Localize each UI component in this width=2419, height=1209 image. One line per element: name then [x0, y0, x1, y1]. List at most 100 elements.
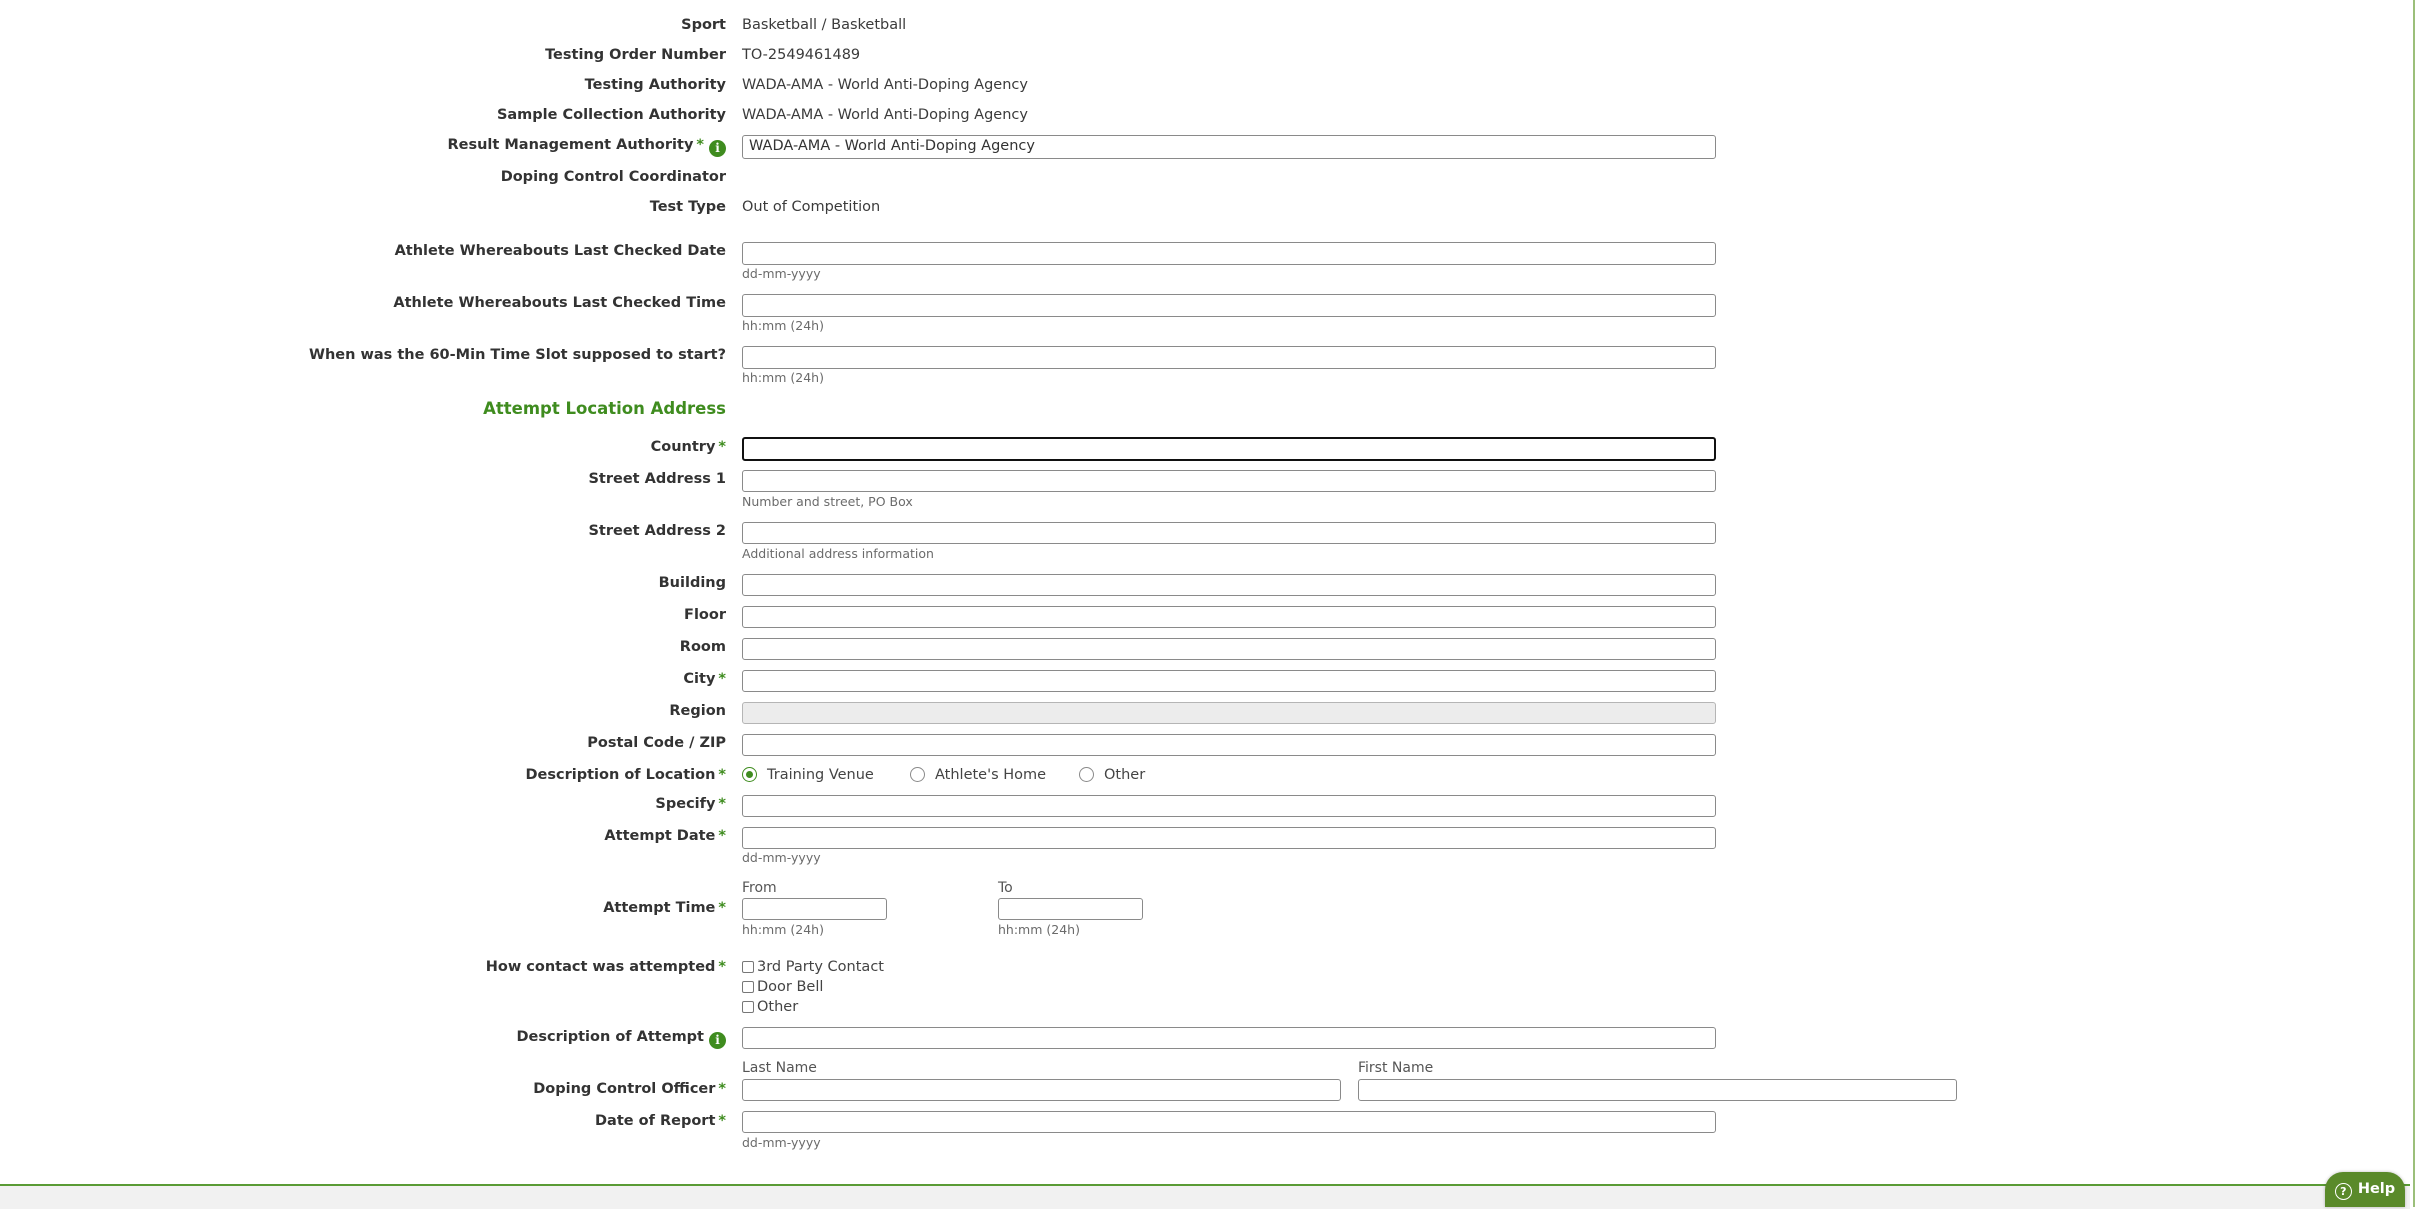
- checkbox-other[interactable]: [742, 1001, 754, 1013]
- test-type-label: Test Type: [649, 199, 726, 215]
- info-icon[interactable]: i: [709, 140, 726, 157]
- attempt-date-label-text: Attempt Date: [604, 828, 716, 844]
- info-icon[interactable]: i: [709, 1032, 726, 1049]
- country-select[interactable]: [742, 437, 1716, 461]
- country-label-text: Country: [650, 439, 716, 455]
- slot-start-hint: hh:mm (24h): [742, 370, 824, 385]
- radio-athletes-home-label: Athlete's Home: [935, 767, 1047, 783]
- checkbox-other-label: Other: [757, 999, 799, 1015]
- attempt-time-from-label: From: [742, 880, 777, 896]
- region-select: [742, 702, 1716, 724]
- attempt-time-label-text: Attempt Time: [603, 900, 716, 916]
- city-label-text: City: [683, 671, 716, 687]
- required-mark: *: [718, 796, 726, 812]
- cut-off-label: [0, 0, 726, 6]
- dco-last-name-input[interactable]: [742, 1079, 1341, 1101]
- street1-input[interactable]: [742, 470, 1716, 492]
- attempt-time-label: Attempt Time *: [0, 898, 726, 918]
- checkbox-door-bell[interactable]: [742, 981, 754, 993]
- specify-input[interactable]: [742, 795, 1716, 817]
- street1-hint: Number and street, PO Box: [742, 494, 913, 509]
- location-description-label: Description of Location *: [0, 765, 726, 785]
- sample-collection-value: WADA-AMA - World Anti-Doping Agency: [742, 107, 1028, 123]
- attempt-date-hint: dd-mm-yyyy: [742, 850, 821, 865]
- attempt-date-label: Attempt Date *: [0, 826, 726, 846]
- checkbox-third-party[interactable]: [742, 961, 754, 973]
- help-label: Help: [2357, 1181, 2396, 1197]
- attempt-date-input[interactable]: [742, 827, 1716, 849]
- required-mark: *: [718, 1113, 726, 1129]
- country-label: Country *: [0, 437, 726, 457]
- contact-method-label-text: How contact was attempted: [485, 959, 716, 975]
- whereabouts-date-label: Athlete Whereabouts Last Checked Date: [394, 243, 726, 259]
- attempt-description-input[interactable]: [742, 1027, 1716, 1049]
- help-button[interactable]: ? Help: [2325, 1172, 2405, 1207]
- dco-first-name-input[interactable]: [1358, 1079, 1957, 1101]
- radio-training-venue-label: Training Venue: [767, 767, 874, 783]
- form-page: Sport Basketball / Basketball Testing Or…: [0, 0, 2410, 1209]
- building-input[interactable]: [742, 574, 1716, 596]
- required-mark: *: [718, 1081, 726, 1097]
- floor-label: Floor: [684, 607, 726, 623]
- sample-collection-label: Sample Collection Authority: [496, 107, 726, 123]
- dco-label-text: Doping Control Officer: [533, 1081, 716, 1097]
- attempt-time-to-label: To: [998, 880, 1013, 896]
- street2-label: Street Address 2: [588, 523, 726, 539]
- dco-label: Doping Control Officer *: [0, 1079, 726, 1099]
- footer-bar: [0, 1184, 2410, 1209]
- vertical-scrollbar[interactable]: [2410, 0, 2419, 1207]
- specify-label: Specify *: [0, 794, 726, 814]
- doping-control-coordinator-label: Doping Control Coordinator: [500, 169, 726, 185]
- report-date-hint: dd-mm-yyyy: [742, 1135, 821, 1150]
- required-mark: *: [718, 900, 726, 916]
- floor-input[interactable]: [742, 606, 1716, 628]
- room-input[interactable]: [742, 638, 1716, 660]
- attempt-description-label: Description of Attempt i: [0, 1027, 726, 1049]
- location-description-label-text: Description of Location: [525, 767, 716, 783]
- street2-input[interactable]: [742, 522, 1716, 544]
- postal-input[interactable]: [742, 734, 1716, 756]
- region-label: Region: [669, 703, 726, 719]
- city-label: City *: [0, 669, 726, 689]
- street1-label: Street Address 1: [588, 471, 726, 487]
- attempt-description-label-text: Description of Attempt: [516, 1029, 705, 1045]
- result-management-label-text: Result Management Authority: [447, 137, 694, 153]
- dco-first-name-label: First Name: [1358, 1060, 1434, 1076]
- required-mark: *: [718, 767, 726, 783]
- postal-label: Postal Code / ZIP: [587, 735, 726, 751]
- building-label: Building: [658, 575, 726, 591]
- required-mark: *: [718, 959, 726, 975]
- whereabouts-time-input[interactable]: [742, 294, 1716, 317]
- whereabouts-date-input[interactable]: [742, 242, 1716, 265]
- whereabouts-date-hint: dd-mm-yyyy: [742, 266, 821, 281]
- scrollbar-track: [2413, 0, 2415, 1207]
- testing-authority-value: WADA-AMA - World Anti-Doping Agency: [742, 77, 1028, 93]
- whereabouts-time-hint: hh:mm (24h): [742, 318, 824, 333]
- radio-athletes-home[interactable]: [910, 767, 925, 782]
- attempt-time-from-input[interactable]: [742, 898, 887, 920]
- required-mark: *: [718, 828, 726, 844]
- testing-authority-label: Testing Authority: [584, 77, 726, 93]
- radio-training-venue[interactable]: [742, 767, 757, 782]
- required-mark: *: [718, 439, 726, 455]
- contact-method-label: How contact was attempted *: [0, 957, 726, 977]
- attempt-time-from-hint: hh:mm (24h): [742, 922, 824, 937]
- help-icon: ?: [2334, 1183, 2352, 1200]
- checkbox-door-bell-label: Door Bell: [757, 979, 824, 995]
- slot-start-label: When was the 60-Min Time Slot supposed t…: [308, 347, 726, 363]
- attempt-time-to-hint: hh:mm (24h): [998, 922, 1080, 937]
- city-input[interactable]: [742, 670, 1716, 692]
- report-date-label-text: Date of Report: [595, 1113, 716, 1129]
- attempt-location-section-title: Attempt Location Address: [483, 399, 726, 418]
- result-management-select[interactable]: WADA-AMA - World Anti-Doping Agency: [742, 135, 1716, 159]
- checkbox-third-party-label: 3rd Party Contact: [757, 959, 884, 975]
- report-date-input[interactable]: [742, 1111, 1716, 1133]
- slot-start-input[interactable]: [742, 346, 1716, 369]
- whereabouts-time-label: Athlete Whereabouts Last Checked Time: [393, 295, 726, 311]
- report-date-label: Date of Report *: [0, 1111, 726, 1131]
- radio-other[interactable]: [1079, 767, 1094, 782]
- radio-other-label: Other: [1104, 767, 1146, 783]
- required-mark: *: [718, 671, 726, 687]
- sport-label: Sport: [681, 17, 726, 33]
- attempt-time-to-input[interactable]: [998, 898, 1143, 920]
